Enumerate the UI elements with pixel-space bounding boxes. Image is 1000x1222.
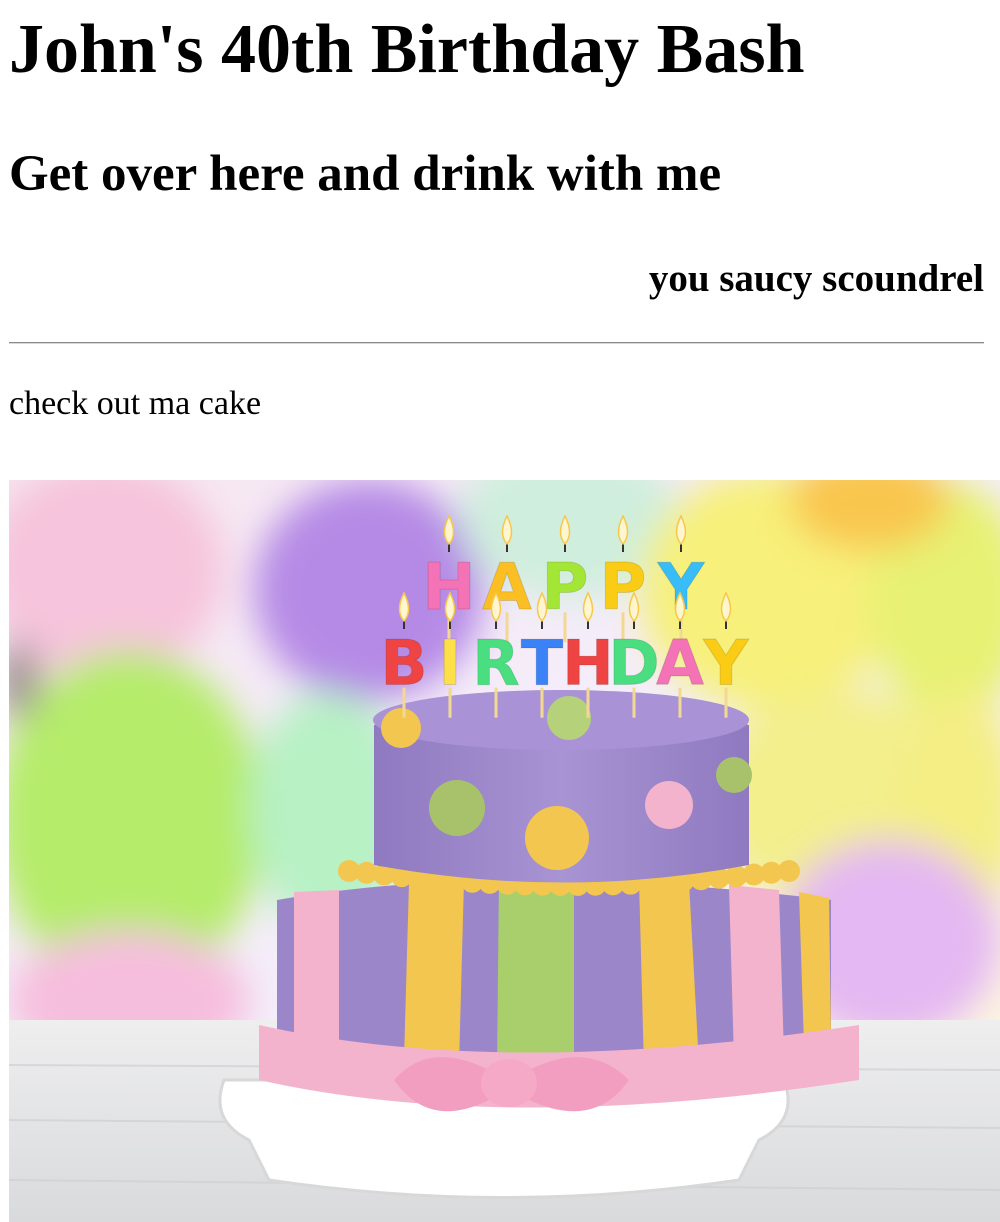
page-subtitle: Get over here and drink with me bbox=[9, 146, 722, 202]
birthday-cake-photo: HAPPYBIRTHDAY bbox=[9, 480, 1000, 1222]
divider bbox=[9, 342, 984, 344]
page-tagline: you saucy scoundrel bbox=[648, 257, 984, 300]
cake-caption: check out ma cake bbox=[9, 385, 262, 422]
ribbon-bow-knot bbox=[481, 1059, 537, 1107]
page-title: John's 40th Birthday Bash bbox=[9, 11, 805, 88]
